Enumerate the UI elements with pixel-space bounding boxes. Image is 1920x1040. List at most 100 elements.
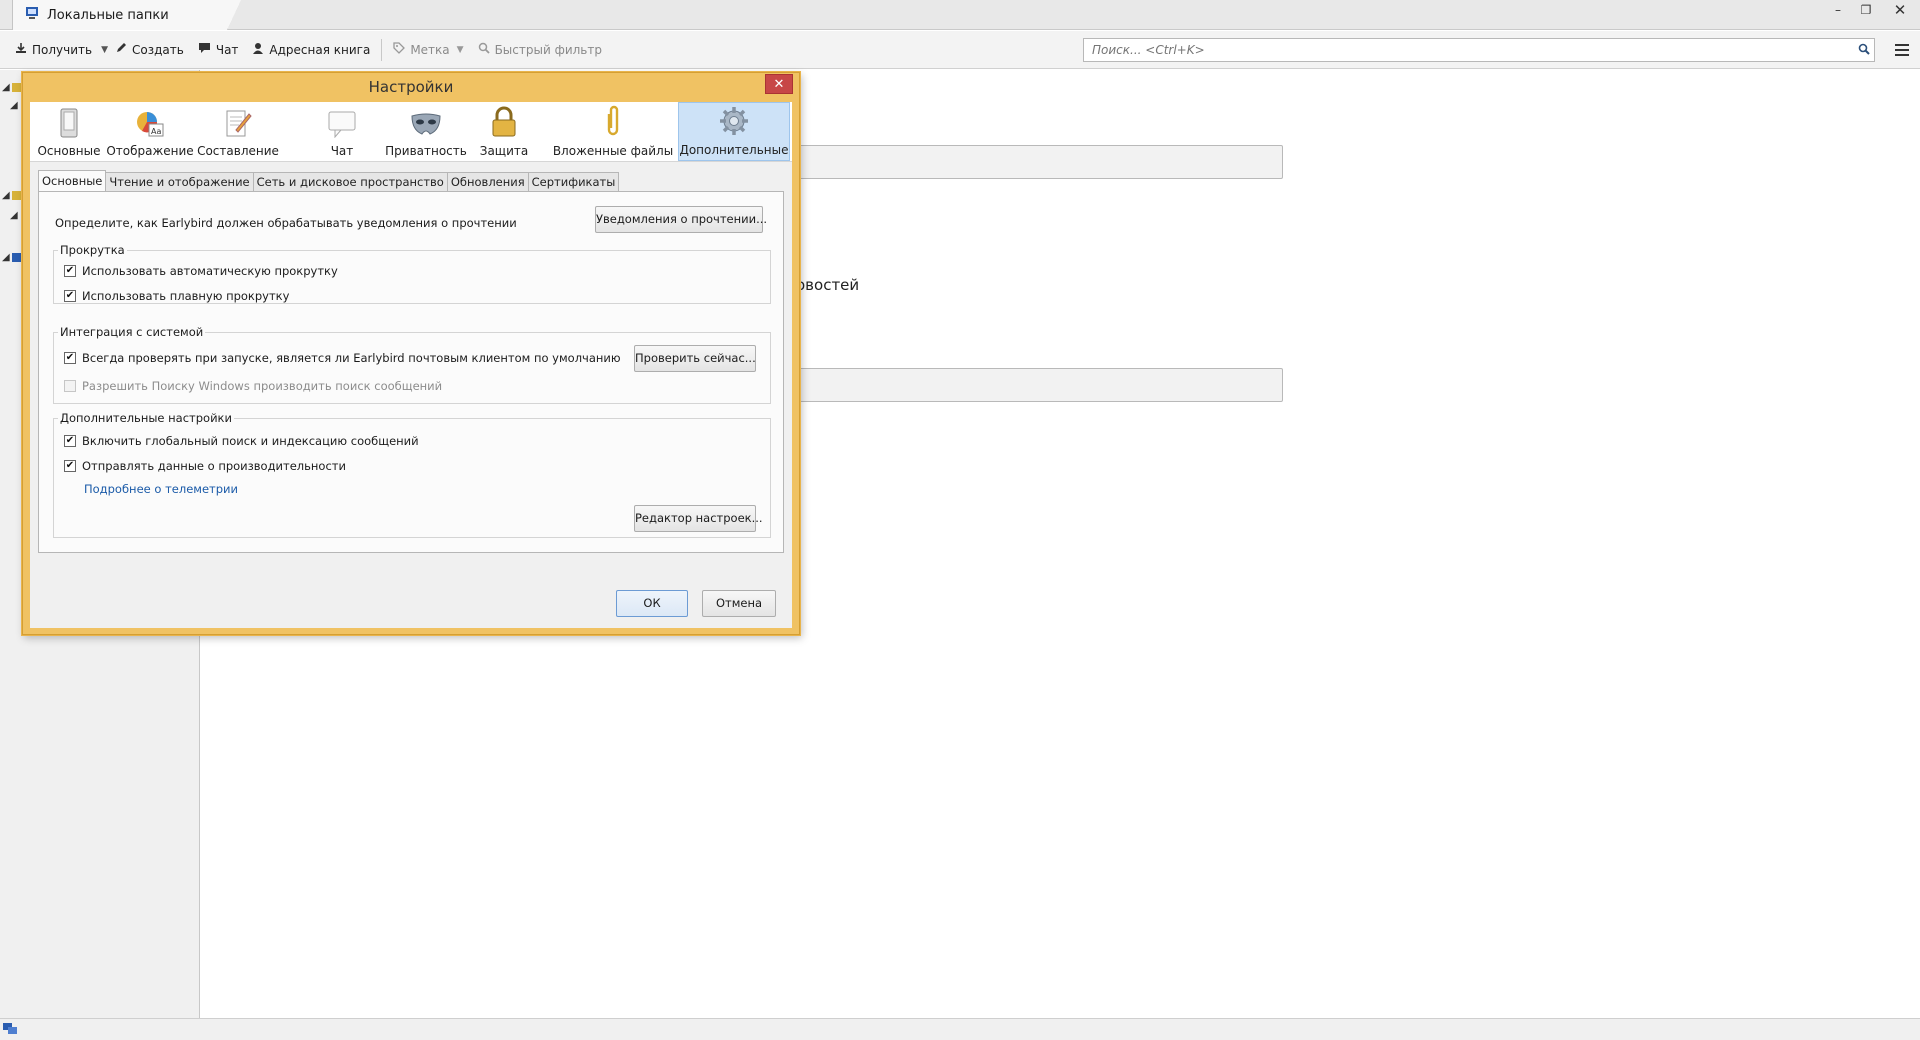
chat-label: Чат	[215, 42, 239, 57]
search-input[interactable]	[1090, 42, 1854, 58]
svg-text:Aa: Aa	[151, 127, 161, 136]
chat-button[interactable]: Чат	[191, 37, 246, 63]
global-search-label[interactable]: Включить глобальный поиск и индексацию с…	[82, 434, 419, 448]
advanced-gear-icon	[718, 105, 750, 140]
folder-tree-local-folders[interactable]: ◢	[2, 252, 22, 263]
category-label: Дополнительные	[679, 143, 789, 157]
category-label: Отображение	[106, 144, 194, 158]
tag-icon	[393, 42, 406, 57]
composition-icon	[224, 108, 252, 141]
config-editor-button[interactable]: Редактор настроек...	[634, 505, 763, 532]
global-search-box[interactable]	[1083, 38, 1875, 62]
default-client-label[interactable]: Всегда проверять при запуске, является л…	[82, 351, 621, 365]
system-integration-group: Интеграция с системой ✔ Всегда проверять…	[53, 325, 771, 404]
expand-arrow-icon[interactable]: ◢	[2, 190, 10, 201]
online-status-icon[interactable]	[3, 1023, 17, 1038]
default-client-checkbox[interactable]: ✔	[64, 352, 76, 364]
category-composition[interactable]: Составление	[196, 102, 280, 161]
attachment-clip-icon	[604, 104, 622, 141]
general-tab-panel: Определите, как Earlybird должен обрабат…	[38, 191, 784, 553]
advanced-configuration-group: Дополнительные настройки ✔ Включить глоб…	[53, 411, 771, 538]
category-chat[interactable]: Чат	[322, 102, 362, 161]
category-display[interactable]: Aa Отображение	[106, 102, 194, 161]
advanced-legend: Дополнительные настройки	[58, 411, 234, 425]
tab-local-folders[interactable]: Локальные папки	[12, 0, 241, 30]
dialog-body: Основные Aa Отображение Составление Чат …	[30, 102, 792, 628]
display-icon: Aa	[135, 110, 165, 141]
close-window-button[interactable]: ✕	[1880, 0, 1920, 22]
subtab-updates[interactable]: Обновления	[446, 172, 529, 191]
create-button[interactable]: Создать	[108, 37, 191, 63]
windows-search-label[interactable]: Разрешить Поиску Windows производить пои…	[82, 379, 442, 393]
category-label: Составление	[197, 144, 279, 158]
receipts-description: Определите, как Earlybird должен обрабат…	[55, 216, 517, 230]
folder-tree-account-1[interactable]: ◢	[2, 82, 22, 93]
restore-button[interactable]: ❐	[1852, 0, 1880, 22]
scrolling-legend: Прокрутка	[58, 243, 127, 257]
expand-arrow-icon[interactable]: ◢	[10, 100, 18, 111]
advanced-subtabs: Основные Чтение и отображение Сеть и дис…	[38, 170, 620, 192]
tag-button[interactable]: Метка ▼	[386, 37, 470, 63]
pencil-icon	[115, 42, 127, 57]
telemetry-label[interactable]: Отправлять данные о производительности	[82, 459, 346, 473]
create-label: Создать	[132, 42, 184, 57]
title-bar: Локальные папки – ❐ ✕	[0, 0, 1920, 30]
account-folder-icon	[11, 191, 22, 200]
expand-arrow-icon[interactable]: ◢	[10, 210, 18, 221]
security-lock-icon	[491, 106, 517, 141]
background-field	[797, 368, 1283, 402]
subtab-general[interactable]: Основные	[38, 170, 107, 191]
tag-label: Метка	[410, 42, 450, 57]
toolbar-separator	[381, 38, 383, 61]
app-menu-hamburger-icon[interactable]	[1890, 38, 1914, 62]
cancel-button[interactable]: Отмена	[702, 590, 776, 617]
scrolling-group: Прокрутка ✔ Использовать автоматическую …	[53, 243, 771, 304]
dialog-title: Настройки	[368, 78, 454, 96]
category-label: Основные	[37, 144, 101, 158]
autoscroll-checkbox[interactable]: ✔	[64, 265, 76, 277]
settings-dialog: Настройки ✕ Основные Aa Отображение Сост…	[22, 72, 800, 635]
folder-tree-item[interactable]: ◢	[10, 100, 18, 111]
folder-tree-account-2[interactable]: ◢	[2, 190, 22, 201]
get-messages-button[interactable]: Получить	[8, 37, 99, 63]
ok-button[interactable]: ОК	[616, 590, 688, 617]
privacy-mask-icon	[410, 112, 442, 141]
return-receipts-button[interactable]: Уведомления о прочтении...	[595, 206, 767, 233]
dialog-close-button[interactable]: ✕	[765, 74, 793, 94]
quick-filter-button[interactable]: Быстрый фильтр	[471, 37, 609, 63]
expand-arrow-icon[interactable]: ◢	[2, 82, 10, 93]
address-book-label: Адресная книга	[269, 42, 371, 57]
main-toolbar: Получить ▼ Создать Чат Адресная книга Ме…	[0, 31, 1920, 69]
telemetry-checkbox[interactable]: ✔	[64, 460, 76, 472]
subtab-network-disk[interactable]: Сеть и дисковое пространство	[252, 172, 448, 191]
smooth-scroll-checkbox[interactable]: ✔	[64, 290, 76, 302]
folder-tree-item[interactable]: ◢	[10, 210, 18, 221]
chat-bubble-icon	[198, 42, 211, 57]
local-folders-tree-icon	[11, 253, 22, 262]
category-general[interactable]: Основные	[34, 102, 104, 161]
autoscroll-label[interactable]: Использовать автоматическую прокрутку	[82, 264, 338, 278]
category-advanced[interactable]: Дополнительные	[678, 102, 790, 161]
global-search-checkbox[interactable]: ✔	[64, 435, 76, 447]
status-bar	[0, 1018, 1920, 1040]
category-label: Защита	[479, 144, 529, 158]
telemetry-learn-more-link[interactable]: Подробнее о телеметрии	[84, 482, 238, 496]
expand-arrow-icon[interactable]: ◢	[2, 252, 10, 263]
minimize-button[interactable]: –	[1824, 0, 1852, 22]
category-bar: Основные Aa Отображение Составление Чат …	[30, 102, 792, 162]
category-privacy[interactable]: Приватность	[384, 102, 468, 161]
address-book-button[interactable]: Адресная книга	[245, 37, 377, 63]
category-label: Вложенные файлы	[552, 144, 674, 158]
windows-search-checkbox[interactable]	[64, 380, 76, 392]
check-now-button[interactable]: Проверить сейчас...	[634, 345, 756, 372]
search-icon[interactable]	[1854, 43, 1874, 58]
smooth-scroll-label[interactable]: Использовать плавную прокрутку	[82, 289, 289, 303]
chat-icon	[328, 110, 356, 141]
category-label: Приватность	[385, 144, 467, 158]
category-security[interactable]: Защита	[476, 102, 532, 161]
subtab-certificates[interactable]: Сертификаты	[527, 172, 620, 191]
get-messages-dropdown-icon[interactable]: ▼	[101, 45, 108, 55]
category-attachments[interactable]: Вложенные файлы	[552, 102, 674, 161]
account-folder-icon	[11, 83, 22, 92]
subtab-reading-display[interactable]: Чтение и отображение	[105, 172, 254, 191]
